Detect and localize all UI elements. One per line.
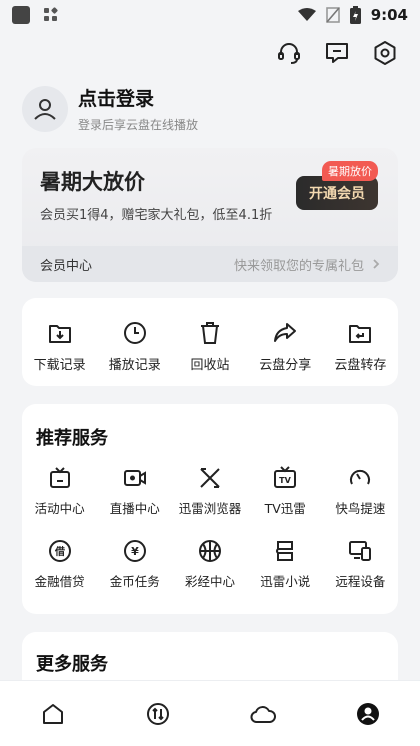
recycle-bin-label: 回收站 — [190, 358, 230, 373]
transfer-icon — [349, 325, 372, 343]
remote-device-icon — [349, 541, 372, 561]
vip-card[interactable]: 暑期大放价 会员买1得4，赠宅家大礼包，低至4.1折 开通会员 暑期放价 会员中… — [22, 148, 398, 282]
basketball-icon — [198, 540, 221, 562]
share-icon — [274, 323, 297, 342]
status-time: 9:04 — [370, 6, 408, 24]
bottom-nav — [0, 680, 420, 746]
camera-icon — [123, 470, 146, 486]
cloud-share-item[interactable]: 云盘分享 — [248, 298, 323, 386]
trash-icon — [201, 322, 219, 344]
play-record-label: 播放记录 — [108, 358, 161, 373]
xunlei-novel-item[interactable]: 迅雷小说 — [248, 539, 323, 590]
grid-notification-icon — [44, 6, 59, 22]
recommended-services-card: 推荐服务 活动中心 直播中心 迅雷浏览器 TV TV迅雷 快鸟提速 借 金融借贷… — [22, 404, 398, 614]
activity-center-item[interactable]: 活动中心 — [22, 466, 97, 517]
user-icon — [34, 98, 56, 120]
home-icon — [42, 703, 63, 724]
cloud-share-label: 云盘分享 — [259, 358, 312, 373]
headset-icon[interactable] — [276, 40, 302, 66]
open-vip-button[interactable]: 开通会员 — [296, 176, 378, 210]
speedup-item[interactable]: 快鸟提速 — [323, 466, 398, 517]
avatar[interactable] — [22, 85, 68, 132]
services-title: 推荐服务 — [36, 428, 108, 449]
promo-badge: 暑期放价 — [322, 161, 378, 181]
finance-loan-label: 金融借贷 — [34, 574, 85, 589]
battery-icon — [349, 6, 361, 24]
download-record-icon — [48, 325, 71, 343]
browser-x-icon — [200, 468, 220, 488]
download-record-label: 下载记录 — [33, 358, 86, 373]
finance-loan-item[interactable]: 借 金融借贷 — [22, 539, 97, 590]
svg-text:借: 借 — [54, 545, 65, 558]
clock-icon — [123, 322, 146, 344]
coin-task-item[interactable]: ¥ 金币任务 — [97, 539, 172, 590]
login-title[interactable]: 点击登录 — [78, 84, 198, 111]
live-center-item[interactable]: 直播中心 — [97, 466, 172, 517]
status-bar: 9:04 — [0, 0, 420, 30]
app-notification-icon — [12, 6, 30, 24]
vip-center-label: 会员中心 — [40, 258, 93, 274]
recycle-bin-item[interactable]: 回收站 — [172, 298, 247, 386]
sports-center-label: 彩经中心 — [184, 574, 235, 589]
vip-title: 暑期大放价 — [40, 170, 145, 194]
chevron-right-icon — [373, 259, 380, 269]
tv-xunlei-label: TV迅雷 — [264, 501, 306, 516]
live-center-label: 直播中心 — [109, 501, 160, 516]
cloud-icon — [249, 705, 276, 723]
speedometer-icon — [350, 469, 371, 485]
login-row[interactable]: 点击登录 登录后享云盘在线播放 — [22, 84, 198, 133]
loan-icon: 借 — [48, 540, 71, 562]
xunlei-browser-label: 迅雷浏览器 — [178, 501, 242, 516]
coin-task-label: 金币任务 — [109, 574, 160, 589]
activity-center-label: 活动中心 — [34, 501, 85, 516]
xunlei-novel-label: 迅雷小说 — [260, 574, 311, 589]
sports-center-item[interactable]: 彩经中心 — [172, 539, 247, 590]
tv-icon: TV — [274, 466, 297, 488]
remote-device-label: 远程设备 — [335, 574, 386, 589]
svg-text:TV: TV — [279, 476, 291, 485]
signal-off-icon — [325, 7, 340, 23]
svg-text:¥: ¥ — [131, 545, 139, 558]
coin-icon: ¥ — [123, 540, 146, 562]
xunlei-browser-item[interactable]: 迅雷浏览器 — [172, 466, 247, 517]
speedup-label: 快鸟提速 — [335, 501, 386, 516]
nav-me[interactable] — [315, 681, 420, 746]
cloud-transfer-label: 云盘转存 — [334, 358, 387, 373]
more-services-title: 更多服务 — [36, 654, 108, 675]
wifi-icon — [297, 8, 316, 21]
gift-text: 快来领取您的专属礼包 — [233, 258, 364, 274]
settings-icon[interactable] — [372, 40, 398, 66]
nav-transfer[interactable] — [105, 681, 210, 746]
header-actions — [276, 40, 398, 66]
tv-box-icon — [49, 467, 70, 488]
quick-actions-card: 下载记录 播放记录 回收站 云盘分享 云盘转存 — [22, 298, 398, 386]
login-subtitle: 登录后享云盘在线播放 — [78, 118, 199, 132]
profile-icon — [356, 702, 379, 725]
remote-device-item[interactable]: 远程设备 — [323, 539, 398, 590]
cloud-transfer-item[interactable]: 云盘转存 — [323, 298, 398, 386]
nav-home[interactable] — [0, 681, 105, 746]
transfer-arrows-icon — [146, 702, 169, 725]
tv-xunlei-item[interactable]: TV TV迅雷 — [248, 466, 323, 517]
vip-center-row[interactable]: 会员中心 快来领取您的专属礼包 — [22, 246, 398, 282]
feedback-icon[interactable] — [324, 40, 350, 66]
play-record-item[interactable]: 播放记录 — [97, 298, 172, 386]
download-record-item[interactable]: 下载记录 — [22, 298, 97, 386]
book-icon — [276, 541, 294, 561]
nav-cloud[interactable] — [210, 681, 315, 746]
vip-description: 会员买1得4，赠宅家大礼包，低至4.1折 — [40, 208, 273, 223]
